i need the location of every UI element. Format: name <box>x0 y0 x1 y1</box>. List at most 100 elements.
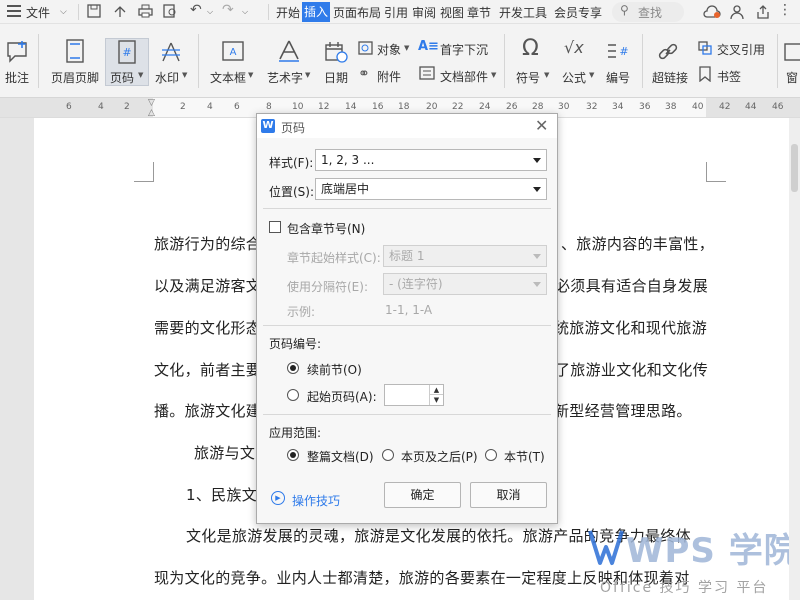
style-select[interactable]: 1, 2, 3 ... <box>315 149 547 171</box>
body-text-line[interactable]: 必须具有适合自身发展 <box>555 275 708 296</box>
window-label[interactable]: 窗 <box>786 69 798 86</box>
share-icon[interactable] <box>112 3 128 19</box>
tab-membership[interactable]: 会员专享 <box>554 4 602 21</box>
tab-insert[interactable]: 插入 <box>302 2 331 22</box>
dropcap-icon[interactable]: A≡ <box>418 39 439 54</box>
formula-icon[interactable]: √x <box>564 38 584 57</box>
crossref-icon[interactable] <box>697 40 713 56</box>
crossref-label[interactable]: 交叉引用 <box>717 41 765 58</box>
bookmark-label[interactable]: 书签 <box>717 68 741 85</box>
include-chapter-label[interactable]: 包含章节号(N) <box>287 220 365 237</box>
document-parts-label[interactable]: 文档部件 <box>440 68 488 85</box>
start-at-radio[interactable] <box>287 389 299 401</box>
start-at-label[interactable]: 起始页码(A): <box>307 388 377 405</box>
spin-down-icon[interactable]: ▼ <box>429 395 443 405</box>
header-footer-icon[interactable] <box>63 38 87 64</box>
body-text-line[interactable]: 旅游行为的综合 <box>154 233 261 254</box>
body-text-line[interactable]: 需要的文化形态 <box>154 317 261 338</box>
hyperlink-icon[interactable] <box>656 40 680 64</box>
scope-after-radio[interactable] <box>382 449 394 461</box>
print-preview-icon[interactable] <box>162 3 178 19</box>
date-label[interactable]: 日期 <box>324 69 348 86</box>
redo-icon[interactable]: ↷ <box>222 2 234 18</box>
tab-chapter[interactable]: 章节 <box>467 4 491 21</box>
scope-after-label[interactable]: 本页及之后(P) <box>401 448 478 465</box>
dropdown-arrow-icon[interactable]: ▼ <box>138 71 143 79</box>
scope-whole-radio[interactable] <box>287 449 299 461</box>
bookmark-icon[interactable] <box>697 66 713 82</box>
numbering-icon[interactable]: # <box>606 40 630 64</box>
comment-icon[interactable] <box>6 40 30 64</box>
indent-marker-icon[interactable]: △ <box>148 108 158 118</box>
comment-label[interactable]: 批注 <box>5 69 29 86</box>
dropdown-arrow-icon[interactable]: ▼ <box>182 71 187 79</box>
symbol-label[interactable]: 符号 <box>516 69 540 86</box>
continue-radio[interactable] <box>287 362 299 374</box>
dropdown-arrow-icon[interactable]: ▼ <box>248 71 253 79</box>
continue-label[interactable]: 续前节(O) <box>307 361 362 378</box>
wordart-label[interactable]: 艺术字 <box>267 69 303 86</box>
attachment-label[interactable]: 附件 <box>377 68 401 85</box>
start-page-spinner[interactable]: ▲ ▼ <box>384 384 444 406</box>
document-parts-icon[interactable] <box>418 65 436 81</box>
user-icon[interactable] <box>729 3 747 21</box>
body-text-line[interactable]: 播。旅游文化建 <box>154 400 261 421</box>
file-menu[interactable]: 文件 <box>26 4 50 21</box>
position-select[interactable]: 底端居中 <box>315 178 547 200</box>
scrollbar-thumb[interactable] <box>791 144 798 192</box>
textbox-icon[interactable]: A <box>220 38 246 64</box>
subsection-heading[interactable]: 1、民族文 <box>186 484 257 505</box>
undo-icon[interactable]: ↶ <box>190 2 202 18</box>
export-icon[interactable] <box>754 3 772 21</box>
page-number-icon[interactable]: # <box>115 40 139 64</box>
hyperlink-label[interactable]: 超链接 <box>652 69 688 86</box>
body-text-line[interactable]: 文化，前者主要 <box>154 359 261 380</box>
object-icon[interactable] <box>357 40 375 56</box>
body-text-line[interactable]: 新型经营管理思路。 <box>554 400 692 421</box>
chevron-down-icon[interactable]: ⌵ <box>207 7 213 17</box>
more-icon[interactable]: ⋮ <box>778 2 792 18</box>
body-text-line[interactable]: 统旅游文化和现代旅游 <box>554 317 707 338</box>
wordart-icon[interactable] <box>276 38 302 64</box>
body-text-line[interactable]: 了旅游业文化和文化传 <box>555 359 708 380</box>
formula-label[interactable]: 公式 <box>562 69 586 86</box>
include-chapter-checkbox[interactable] <box>269 221 281 233</box>
textbox-label[interactable]: 文本框 <box>210 69 246 86</box>
tab-start[interactable]: 开始 <box>276 4 300 21</box>
spin-up-icon[interactable]: ▲ <box>429 385 443 395</box>
cancel-button[interactable]: 取消 <box>470 482 547 508</box>
search-box[interactable]: ⚲ 查找 <box>612 2 684 22</box>
body-text-line[interactable]: 以及满足游客文 <box>154 275 261 296</box>
dropdown-arrow-icon[interactable]: ▼ <box>305 71 310 79</box>
dropdown-arrow-icon[interactable]: ▼ <box>544 71 549 79</box>
paperclip-icon[interactable]: ⚭ <box>358 66 370 82</box>
play-icon[interactable]: ▶ <box>271 491 285 505</box>
scope-whole-label[interactable]: 整篇文档(D) <box>307 448 374 465</box>
watermark-icon[interactable] <box>158 40 184 64</box>
scope-section-label-text[interactable]: 本节(T) <box>504 448 545 465</box>
close-icon[interactable]: ✕ <box>535 116 548 135</box>
tips-link[interactable]: 操作技巧 <box>292 492 340 509</box>
page-number-label[interactable]: 页码 <box>110 69 134 86</box>
window-icon[interactable] <box>784 40 800 64</box>
dropdown-arrow-icon[interactable]: ▼ <box>491 71 496 79</box>
section-heading[interactable]: 旅游与文 <box>194 442 255 463</box>
separator-select[interactable]: - (连字符) <box>383 273 547 295</box>
tab-view[interactable]: 视图 <box>440 4 464 21</box>
print-icon[interactable] <box>137 3 153 19</box>
dropcap-label[interactable]: 首字下沉 <box>440 41 488 58</box>
hamburger-icon[interactable] <box>7 5 21 17</box>
chevron-down-icon[interactable]: ⌵ <box>60 7 67 17</box>
dropdown-arrow-icon[interactable]: ▼ <box>404 44 409 52</box>
cloud-sync-icon[interactable] <box>703 3 721 21</box>
vertical-scrollbar[interactable] <box>789 118 800 600</box>
dropdown-arrow-icon[interactable]: ▼ <box>589 71 594 79</box>
watermark-label[interactable]: 水印 <box>155 69 179 86</box>
omega-symbol-icon[interactable]: Ω <box>522 36 539 61</box>
tab-review[interactable]: 审阅 <box>412 4 436 21</box>
save-icon[interactable] <box>86 3 102 19</box>
chevron-down-icon[interactable]: ⌵ <box>242 7 248 17</box>
dialog-title-bar[interactable]: W 页码 ✕ <box>257 114 557 138</box>
ok-button[interactable]: 确定 <box>384 482 461 508</box>
header-footer-label[interactable]: 页眉页脚 <box>51 69 99 86</box>
